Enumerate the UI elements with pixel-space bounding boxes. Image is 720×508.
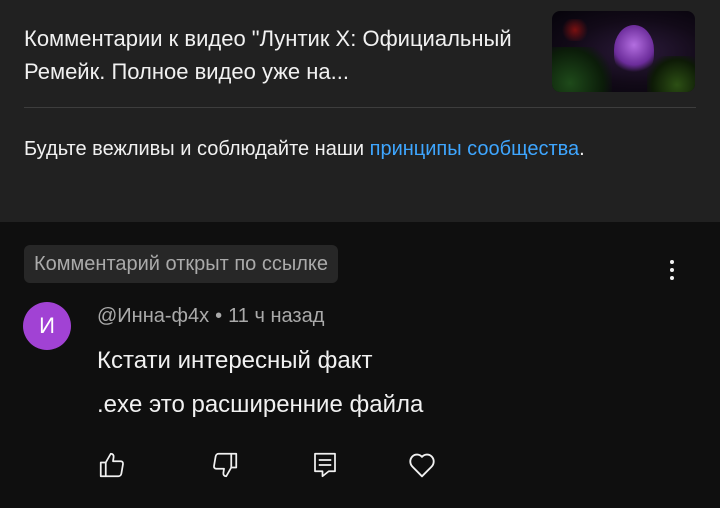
comments-header: Комментарии к видео "Лунтик Х: Официальн…	[0, 0, 720, 222]
reply-icon[interactable]	[308, 448, 342, 482]
menu-dot	[670, 260, 674, 264]
comment-text: Кстати интересный факт .exe это расширен…	[97, 339, 677, 427]
menu-dot	[670, 276, 674, 280]
more-vert-icon[interactable]	[660, 252, 684, 288]
thumbnail-detail	[552, 47, 612, 92]
linked-comment-badge: Комментарий открыт по ссылке	[24, 245, 338, 283]
video-thumbnail[interactable]	[552, 11, 695, 92]
divider	[24, 107, 696, 108]
avatar[interactable]: И	[23, 302, 71, 350]
guidelines-link[interactable]: принципы сообщества	[370, 138, 580, 160]
dislike-icon[interactable]	[208, 448, 242, 482]
guidelines-text: Будьте вежливы и соблюдайте наши	[24, 138, 370, 160]
meta-separator: •	[215, 305, 223, 327]
comment-line: Кстати интересный факт	[97, 347, 373, 374]
comment-line: .exe это расширенние файла	[97, 391, 424, 418]
guidelines-suffix: .	[579, 138, 585, 160]
community-guidelines-notice: Будьте вежливы и соблюдайте наши принцип…	[24, 134, 684, 165]
heart-icon[interactable]	[405, 448, 439, 482]
video-title[interactable]: Комментарии к видео "Лунтик Х: Официальн…	[24, 22, 544, 88]
thumbnail-detail	[560, 19, 590, 41]
menu-dot	[670, 268, 674, 272]
comment-time: 11 ч назад	[228, 305, 325, 327]
comment-meta: @Инна-ф4х • 11 ч назад	[97, 303, 324, 329]
like-icon[interactable]	[95, 448, 129, 482]
comment-author[interactable]: @Инна-ф4х	[97, 305, 209, 327]
thumbnail-detail	[647, 56, 695, 92]
